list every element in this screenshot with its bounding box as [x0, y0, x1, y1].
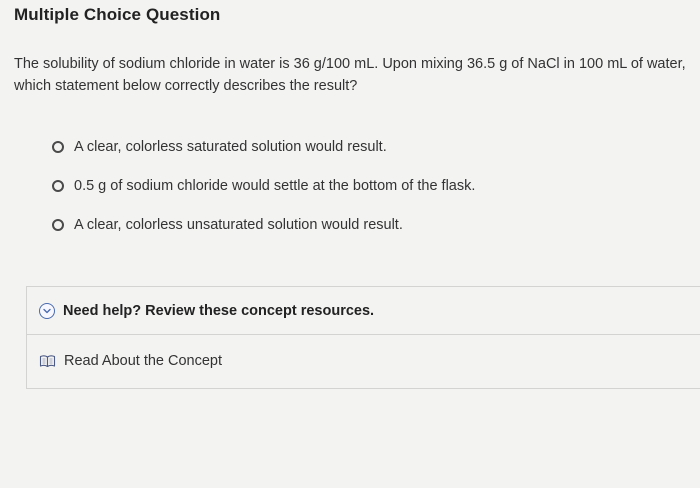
read-about-concept-link[interactable]: Read About the Concept	[39, 353, 222, 369]
answer-option-label: 0.5 g of sodium chloride would settle at…	[74, 177, 476, 194]
answer-option-1[interactable]: A clear, colorless saturated solution wo…	[52, 127, 475, 166]
radio-button-icon[interactable]	[52, 179, 64, 192]
chevron-down-icon[interactable]	[39, 302, 55, 319]
resource-link-label: Read About the Concept	[64, 353, 223, 369]
question-text: The solubility of sodium chloride in wat…	[14, 56, 686, 94]
help-title: Need help? Review these concept resource…	[63, 302, 375, 319]
book-icon	[39, 355, 56, 368]
answer-option-3[interactable]: A clear, colorless unsaturated solution …	[52, 205, 475, 244]
help-resources-panel: Need help? Review these concept resource…	[26, 286, 700, 389]
help-toggle[interactable]: Need help? Review these concept resource…	[27, 287, 700, 335]
radio-button-icon[interactable]	[52, 218, 64, 231]
page-title: Multiple Choice Question	[14, 5, 221, 24]
radio-button-icon[interactable]	[52, 140, 64, 153]
answer-option-label: A clear, colorless saturated solution wo…	[74, 138, 387, 155]
answer-options: A clear, colorless saturated solution wo…	[52, 127, 475, 244]
answer-option-2[interactable]: 0.5 g of sodium chloride would settle at…	[52, 166, 475, 205]
answer-option-label: A clear, colorless unsaturated solution …	[74, 216, 403, 233]
question-page: Multiple Choice Question The solubility …	[0, 0, 700, 488]
